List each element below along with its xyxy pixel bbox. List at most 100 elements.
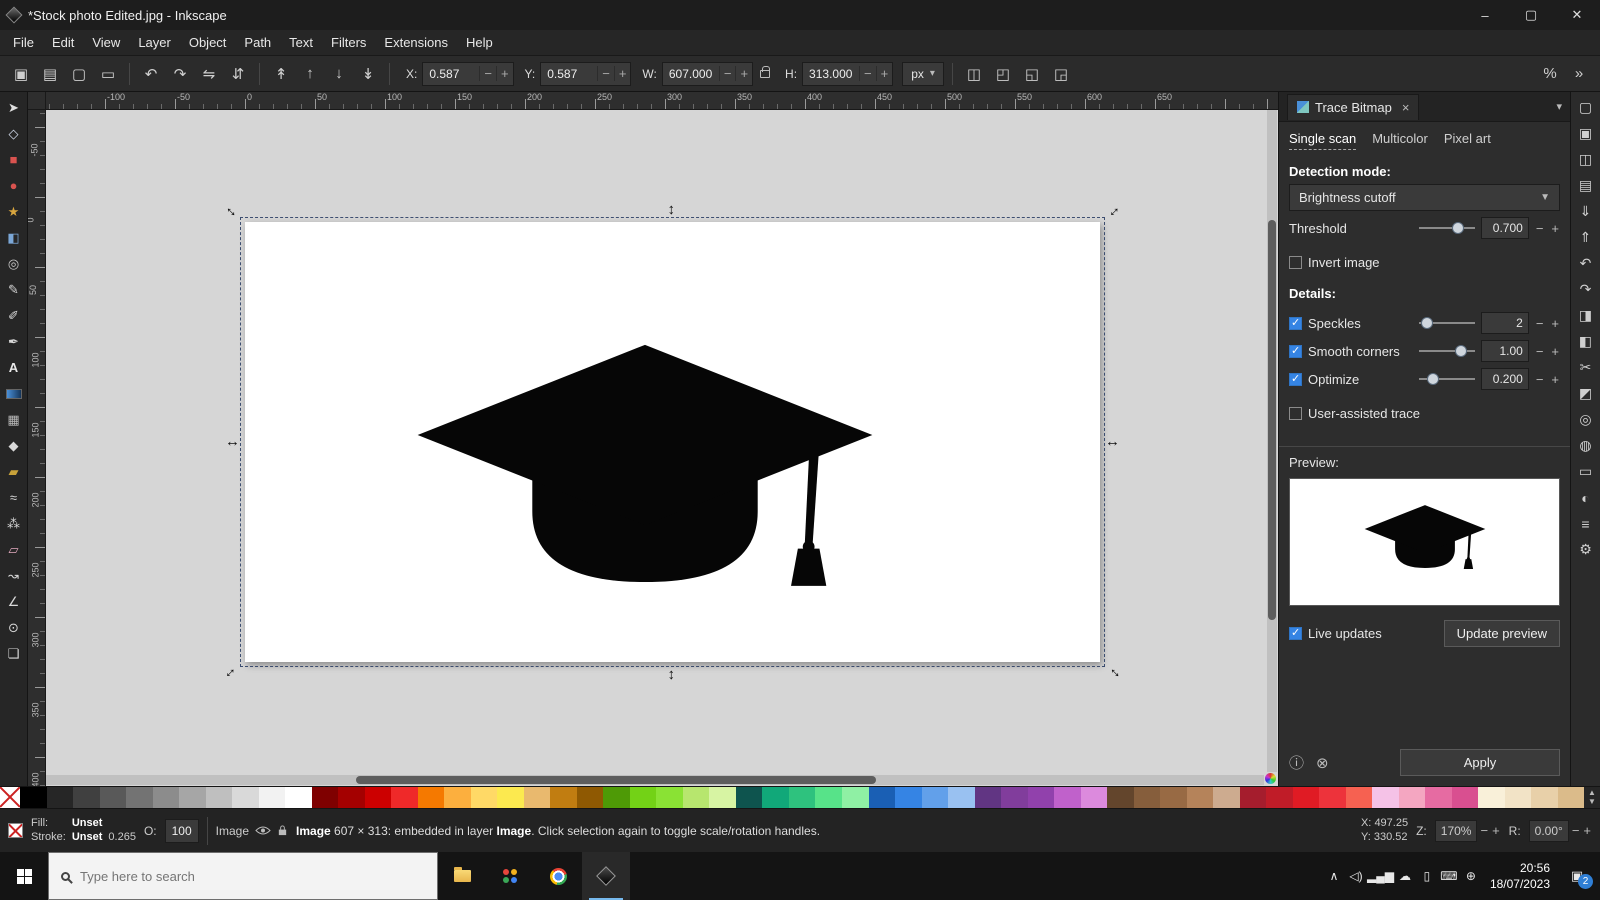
undo-button[interactable]: ↶ — [1574, 252, 1598, 275]
palette-swatch[interactable] — [126, 787, 153, 808]
smooth-corners-checkbox[interactable] — [1289, 345, 1302, 358]
palette-swatch[interactable] — [577, 787, 604, 808]
document-new-button[interactable]: ▢ — [1574, 96, 1598, 119]
scale-stroke-toggle-button[interactable]: ◫ — [961, 61, 987, 87]
spiral-tool[interactable]: ◎ — [2, 251, 26, 276]
threshold-slider-knob[interactable] — [1452, 222, 1464, 234]
menu-help[interactable]: Help — [457, 31, 502, 54]
update-preview-button[interactable]: Update preview — [1444, 620, 1560, 647]
palette-swatch[interactable] — [232, 787, 259, 808]
menu-filters[interactable]: Filters — [322, 31, 375, 54]
rotation-decrement[interactable]: − — [1571, 823, 1581, 838]
palette-swatch[interactable] — [1531, 787, 1558, 808]
unit-dropdown[interactable]: px ▾ — [902, 62, 944, 86]
optimize-checkbox[interactable] — [1289, 373, 1302, 386]
horizontal-scrollbar[interactable] — [46, 775, 1264, 785]
battery-icon[interactable]: ▯ — [1416, 869, 1438, 883]
speckles-decrement[interactable]: − — [1535, 316, 1545, 331]
palette-swatch[interactable] — [206, 787, 233, 808]
box3d-tool[interactable]: ◧ — [2, 225, 26, 250]
speckles-slider-knob[interactable] — [1421, 317, 1433, 329]
width-decrement[interactable]: − — [719, 66, 736, 81]
calligraphy-tool[interactable]: ✒ — [2, 329, 26, 354]
palette-swatch[interactable] — [603, 787, 630, 808]
layer-indicator[interactable]: Image — [216, 824, 288, 838]
threshold-decrement[interactable]: − — [1535, 221, 1545, 236]
scale-corners-toggle-button[interactable]: ◰ — [990, 61, 1016, 87]
palette-swatch[interactable] — [444, 787, 471, 808]
palette-swatch[interactable] — [869, 787, 896, 808]
minimize-button[interactable]: – — [1462, 0, 1508, 30]
fill-stroke-dialog-button[interactable]: ◐ — [1574, 486, 1598, 509]
taskbar-app-color-grid-app[interactable] — [486, 852, 534, 900]
palette-swatch[interactable] — [365, 787, 392, 808]
palette-swatch[interactable] — [550, 787, 577, 808]
palette-swatch[interactable] — [683, 787, 710, 808]
layer-lock-icon[interactable] — [277, 824, 288, 837]
align-distribute-dialog-button[interactable]: ≡ — [1574, 512, 1598, 535]
optimize-slider[interactable] — [1419, 372, 1475, 386]
width-input[interactable]: 607.000 − + — [662, 62, 753, 86]
palette-swatch[interactable] — [259, 787, 286, 808]
x-increment[interactable]: + — [496, 66, 513, 81]
menu-edit[interactable]: Edit — [43, 31, 83, 54]
optimize-increment[interactable]: + — [1550, 372, 1560, 387]
smooth-corners-increment[interactable]: + — [1550, 344, 1560, 359]
speckles-value[interactable]: 2 — [1481, 312, 1529, 334]
palette-swatch[interactable] — [1107, 787, 1134, 808]
palette-swatch[interactable] — [736, 787, 763, 808]
selector-tool[interactable]: ➤ — [2, 95, 26, 120]
menu-view[interactable]: View — [83, 31, 129, 54]
vertical-scrollbar-thumb[interactable] — [1268, 220, 1276, 620]
select-all-layers-button[interactable]: ▤ — [37, 61, 63, 87]
palette-swatch[interactable] — [1478, 787, 1505, 808]
document-print-button[interactable]: ▤ — [1574, 174, 1598, 197]
scale-handle-bottom-right[interactable]: ↕ — [1106, 665, 1122, 681]
palette-swatch[interactable] — [1452, 787, 1479, 808]
smooth-corners-slider-knob[interactable] — [1455, 345, 1467, 357]
invert-image-checkbox[interactable] — [1289, 256, 1302, 269]
taskbar-app-file-explorer[interactable] — [438, 852, 486, 900]
redo-button[interactable]: ↷ — [1574, 278, 1598, 301]
trace-bitmap-panel-tab[interactable]: Trace Bitmap × — [1287, 94, 1419, 120]
duplicate-button[interactable]: ◩ — [1574, 382, 1598, 405]
palette-swatch[interactable] — [20, 787, 47, 808]
mesh-gradient-tool[interactable]: ▦ — [2, 407, 26, 432]
snap-options-arrow-button[interactable]: » — [1566, 61, 1592, 87]
palette-swatch[interactable] — [709, 787, 736, 808]
vertical-scrollbar[interactable] — [1267, 110, 1277, 772]
taskbar-search[interactable] — [48, 852, 438, 900]
scale-handle-top-left[interactable]: ↕ — [223, 204, 239, 220]
palette-swatch[interactable] — [418, 787, 445, 808]
cut-button[interactable]: ✂ — [1574, 356, 1598, 379]
pencil-tool[interactable]: ✎ — [2, 277, 26, 302]
copy-button[interactable]: ◨ — [1574, 304, 1598, 327]
hidden-icons-chevron[interactable]: ∧ — [1323, 869, 1345, 883]
menu-extensions[interactable]: Extensions — [375, 31, 457, 54]
palette-swatch[interactable] — [1505, 787, 1532, 808]
lower-button[interactable]: ↓ — [326, 61, 352, 87]
live-updates-checkbox[interactable] — [1289, 627, 1302, 640]
x-input[interactable]: 0.587 − + — [422, 62, 513, 86]
horizontal-ruler[interactable]: -100-50050100150200250300350400450500550… — [46, 92, 1278, 110]
menu-text[interactable]: Text — [280, 31, 322, 54]
flip-horizontal-button[interactable]: ⇋ — [196, 61, 222, 87]
taskbar-app-inkscape[interactable] — [582, 852, 630, 900]
palette-swatch[interactable] — [656, 787, 683, 808]
palette-swatch[interactable] — [153, 787, 180, 808]
horizontal-scrollbar-thumb[interactable] — [356, 776, 876, 784]
height-input[interactable]: 313.000 − + — [802, 62, 893, 86]
palette-swatch[interactable] — [285, 787, 312, 808]
layer-visibility-icon[interactable] — [255, 825, 271, 836]
palette-swatch[interactable] — [338, 787, 365, 808]
dropper-tool[interactable]: ◆ — [2, 433, 26, 458]
palette-swatch[interactable] — [1240, 787, 1267, 808]
palette-swatch[interactable] — [391, 787, 418, 808]
zoom-increment[interactable]: + — [1491, 823, 1501, 838]
onedrive-icon[interactable]: ☁ — [1394, 869, 1416, 883]
scale-handle-top-right[interactable]: ↕ — [1106, 204, 1122, 220]
zoom-page-button[interactable]: ▭ — [1574, 460, 1598, 483]
eraser-tool[interactable]: ▱ — [2, 537, 26, 562]
action-center-button[interactable]: ▣ 2 — [1558, 868, 1596, 884]
selection-cue-button[interactable]: ▭ — [95, 61, 121, 87]
